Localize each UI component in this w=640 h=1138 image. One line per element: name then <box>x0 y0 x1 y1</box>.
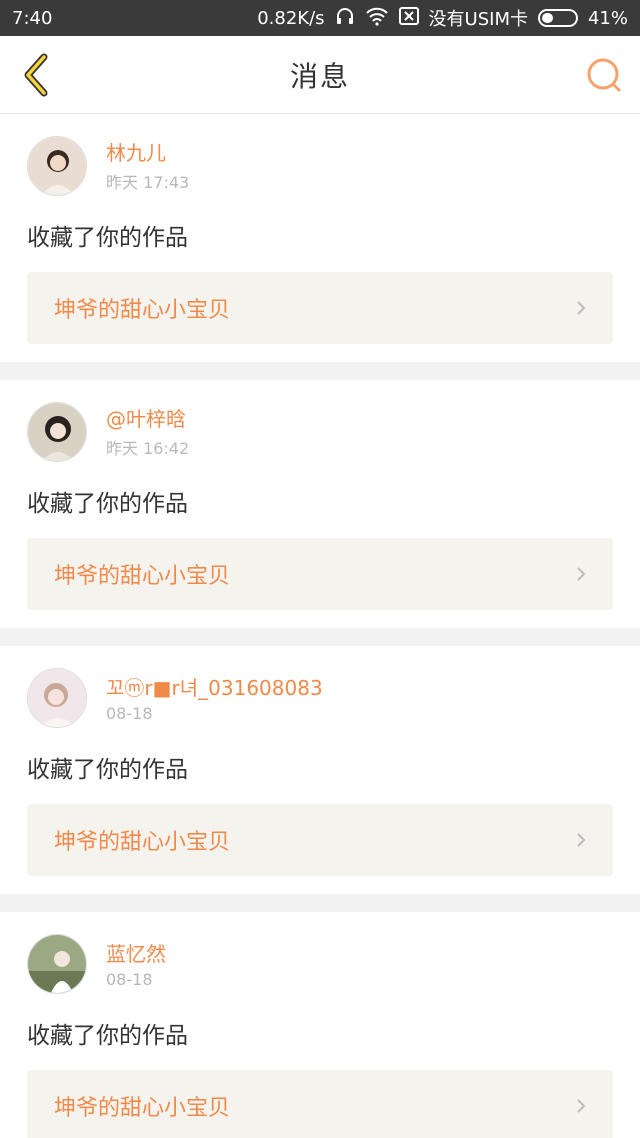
back-button[interactable] <box>16 53 56 96</box>
work-link[interactable]: 坤爷的甜心小宝贝 <box>27 538 613 610</box>
message-action: 收藏了你的作品 <box>27 757 188 783</box>
work-link[interactable]: 坤爷的甜心小宝贝 <box>27 272 613 344</box>
user-name[interactable]: 꼬ⓜr■r녀_031608083 <box>106 674 323 702</box>
work-title: 坤爷的甜心小宝贝 <box>54 298 231 323</box>
message-time: 昨天 16:42 <box>106 439 190 458</box>
work-link[interactable]: 坤爷的甜心小宝贝 <box>27 804 613 876</box>
work-title: 坤爷的甜心小宝贝 <box>54 830 231 855</box>
work-link[interactable]: 坤爷的甜心小宝贝 <box>27 1070 613 1138</box>
chevron-left-icon <box>24 53 48 96</box>
message-action: 收藏了你的作品 <box>27 491 188 517</box>
user-name[interactable]: 蓝忆然 <box>106 940 166 968</box>
status-time: 7:40 <box>12 7 53 29</box>
chevron-right-icon <box>577 833 586 847</box>
chevron-right-icon <box>577 567 586 581</box>
message-action: 收藏了你的作品 <box>27 1023 188 1049</box>
message-card: 蓝忆然 08-18 收藏了你的作品 坤爷的甜心小宝贝 <box>0 912 640 1138</box>
message-time: 昨天 17:43 <box>106 173 190 192</box>
battery-icon <box>537 9 578 27</box>
search-button[interactable] <box>584 55 624 95</box>
chevron-right-icon <box>577 301 586 315</box>
work-title: 坤爷的甜心小宝贝 <box>54 564 231 589</box>
user-name[interactable]: 林九儿 <box>106 139 189 167</box>
message-time: 08-18 <box>106 703 153 723</box>
page-title: 消息 <box>289 59 350 93</box>
status-bar: 7:40 0.82K/s 没有USIM卡 41% <box>0 0 640 36</box>
work-title: 坤爷的甜心小宝贝 <box>54 1096 231 1121</box>
nav-bar: 消息 <box>0 36 640 114</box>
search-icon <box>587 58 621 91</box>
status-indicators: 0.82K/s 没有USIM卡 41% <box>257 5 628 31</box>
headphones-icon <box>335 6 355 31</box>
battery-percent: 41% <box>587 7 628 29</box>
network-speed: 0.82K/s <box>257 7 325 29</box>
avatar[interactable] <box>27 668 87 728</box>
chevron-right-icon <box>577 1099 586 1113</box>
message-card: 林九儿 昨天 17:43 收藏了你的作品 坤爷的甜心小宝贝 <box>0 114 640 362</box>
sim-status: 没有USIM卡 <box>428 9 528 30</box>
message-list: 林九儿 昨天 17:43 收藏了你的作品 坤爷的甜心小宝贝 @叶梓晗 昨天 16… <box>0 114 640 1138</box>
user-name[interactable]: @叶梓晗 <box>106 405 189 433</box>
avatar[interactable] <box>27 136 87 196</box>
message-action: 收藏了你的作品 <box>27 225 188 251</box>
message-time: 08-18 <box>106 969 153 989</box>
avatar[interactable] <box>27 934 87 994</box>
message-card: @叶梓晗 昨天 16:42 收藏了你的作品 坤爷的甜心小宝贝 <box>0 380 640 628</box>
message-card: 꼬ⓜr■r녀_031608083 08-18 收藏了你的作品 坤爷的甜心小宝贝 <box>0 646 640 894</box>
sim-x-icon <box>398 6 419 30</box>
avatar[interactable] <box>27 402 87 462</box>
wifi-icon <box>365 6 389 31</box>
